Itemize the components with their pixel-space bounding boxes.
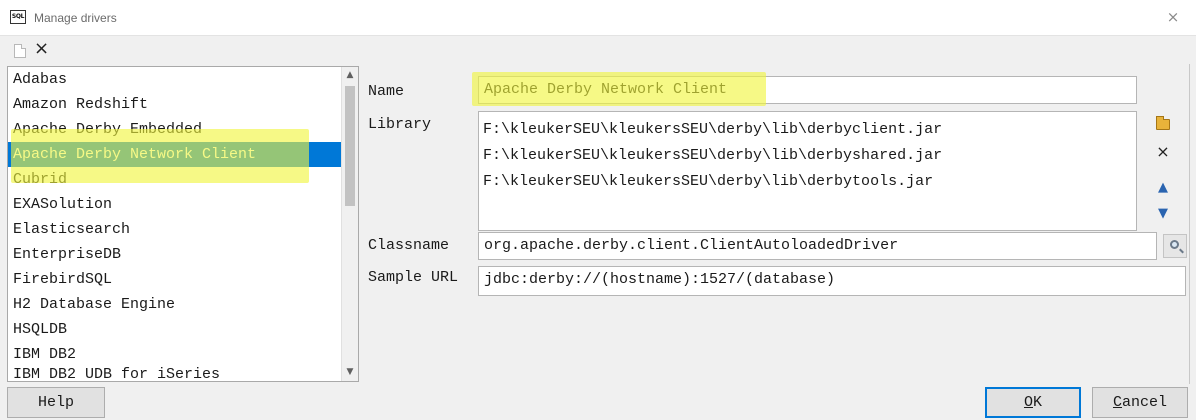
scrollbar-thumb[interactable] xyxy=(345,86,355,206)
driver-list-item[interactable]: HSQLDB xyxy=(8,317,342,342)
driver-list-item[interactable]: Amazon Redshift xyxy=(8,92,342,117)
classname-label: Classname xyxy=(368,237,450,254)
sql-app-icon: SQL xyxy=(10,10,26,24)
ok-label-rest: K xyxy=(1033,394,1043,411)
open-folder-icon xyxy=(1156,116,1170,130)
ok-mnemonic: O xyxy=(1023,394,1033,411)
driver-list[interactable]: Adabas Amazon Redshift Apache Derby Embedd… xyxy=(7,66,359,382)
move-up-icon[interactable]: ▲ xyxy=(1148,177,1178,199)
driver-list-items: Adabas Amazon Redshift Apache Derby Embedd… xyxy=(8,67,342,381)
library-list[interactable]: F:\kleukerSEU\kleukersSEU\derby\lib\derb… xyxy=(478,111,1137,231)
library-label: Library xyxy=(368,116,432,133)
cancel-label-rest: ancel xyxy=(1122,394,1168,411)
driver-list-item[interactable]: FirebirdSQL xyxy=(8,267,342,292)
name-field[interactable]: Apache Derby Network Client xyxy=(478,76,1137,104)
scroll-up-icon[interactable]: ▲ xyxy=(342,67,358,84)
driver-list-item[interactable]: Adabas xyxy=(8,67,342,92)
library-item[interactable]: F:\kleukerSEU\kleukersSEU\derby\lib\derb… xyxy=(483,143,1136,169)
scroll-down-icon[interactable]: ▼ xyxy=(342,364,358,381)
help-button[interactable]: Help xyxy=(7,387,105,418)
window-title: Manage drivers xyxy=(34,11,117,25)
driver-list-scrollbar[interactable]: ▲ ▼ xyxy=(341,67,358,381)
driver-list-item[interactable]: EXASolution xyxy=(8,192,342,217)
add-library-button[interactable] xyxy=(1148,114,1178,136)
remove-library-button[interactable]: × xyxy=(1148,141,1178,163)
divider xyxy=(1189,64,1190,384)
classname-field[interactable]: org.apache.derby.client.ClientAutoloaded… xyxy=(478,232,1157,260)
delete-driver-icon[interactable]: × xyxy=(34,39,49,59)
search-class-button[interactable] xyxy=(1163,234,1187,258)
sample-url-field[interactable]: jdbc:derby://(hostname):1527/(database) xyxy=(478,266,1186,296)
cancel-button[interactable]: Cancel xyxy=(1092,387,1188,418)
close-window-button[interactable]: × xyxy=(1162,6,1184,28)
toolbar: × xyxy=(0,36,1196,64)
driver-list-item[interactable]: IBM DB2 UDB for iSeries xyxy=(8,362,342,381)
cancel-mnemonic: C xyxy=(1112,394,1122,411)
driver-list-item[interactable]: Cubrid xyxy=(8,167,342,192)
library-item[interactable]: F:\kleukerSEU\kleukersSEU\derby\lib\derb… xyxy=(483,117,1136,143)
driver-list-item[interactable]: EnterpriseDB xyxy=(8,242,342,267)
new-driver-icon[interactable] xyxy=(14,44,26,58)
library-item[interactable]: F:\kleukerSEU\kleukersSEU\derby\lib\derb… xyxy=(483,169,1136,195)
sample-url-label: Sample URL xyxy=(368,269,459,286)
driver-list-item[interactable]: Apache Derby Network Client xyxy=(8,142,342,167)
ok-button[interactable]: OK xyxy=(985,387,1081,418)
search-icon xyxy=(1170,240,1179,249)
driver-list-item[interactable]: Elasticsearch xyxy=(8,217,342,242)
driver-list-item[interactable]: H2 Database Engine xyxy=(8,292,342,317)
move-down-icon[interactable]: ▼ xyxy=(1148,203,1178,225)
name-label: Name xyxy=(368,83,405,100)
driver-list-item[interactable]: Apache Derby Embedded xyxy=(8,117,342,142)
title-bar: SQL Manage drivers × xyxy=(0,0,1196,36)
